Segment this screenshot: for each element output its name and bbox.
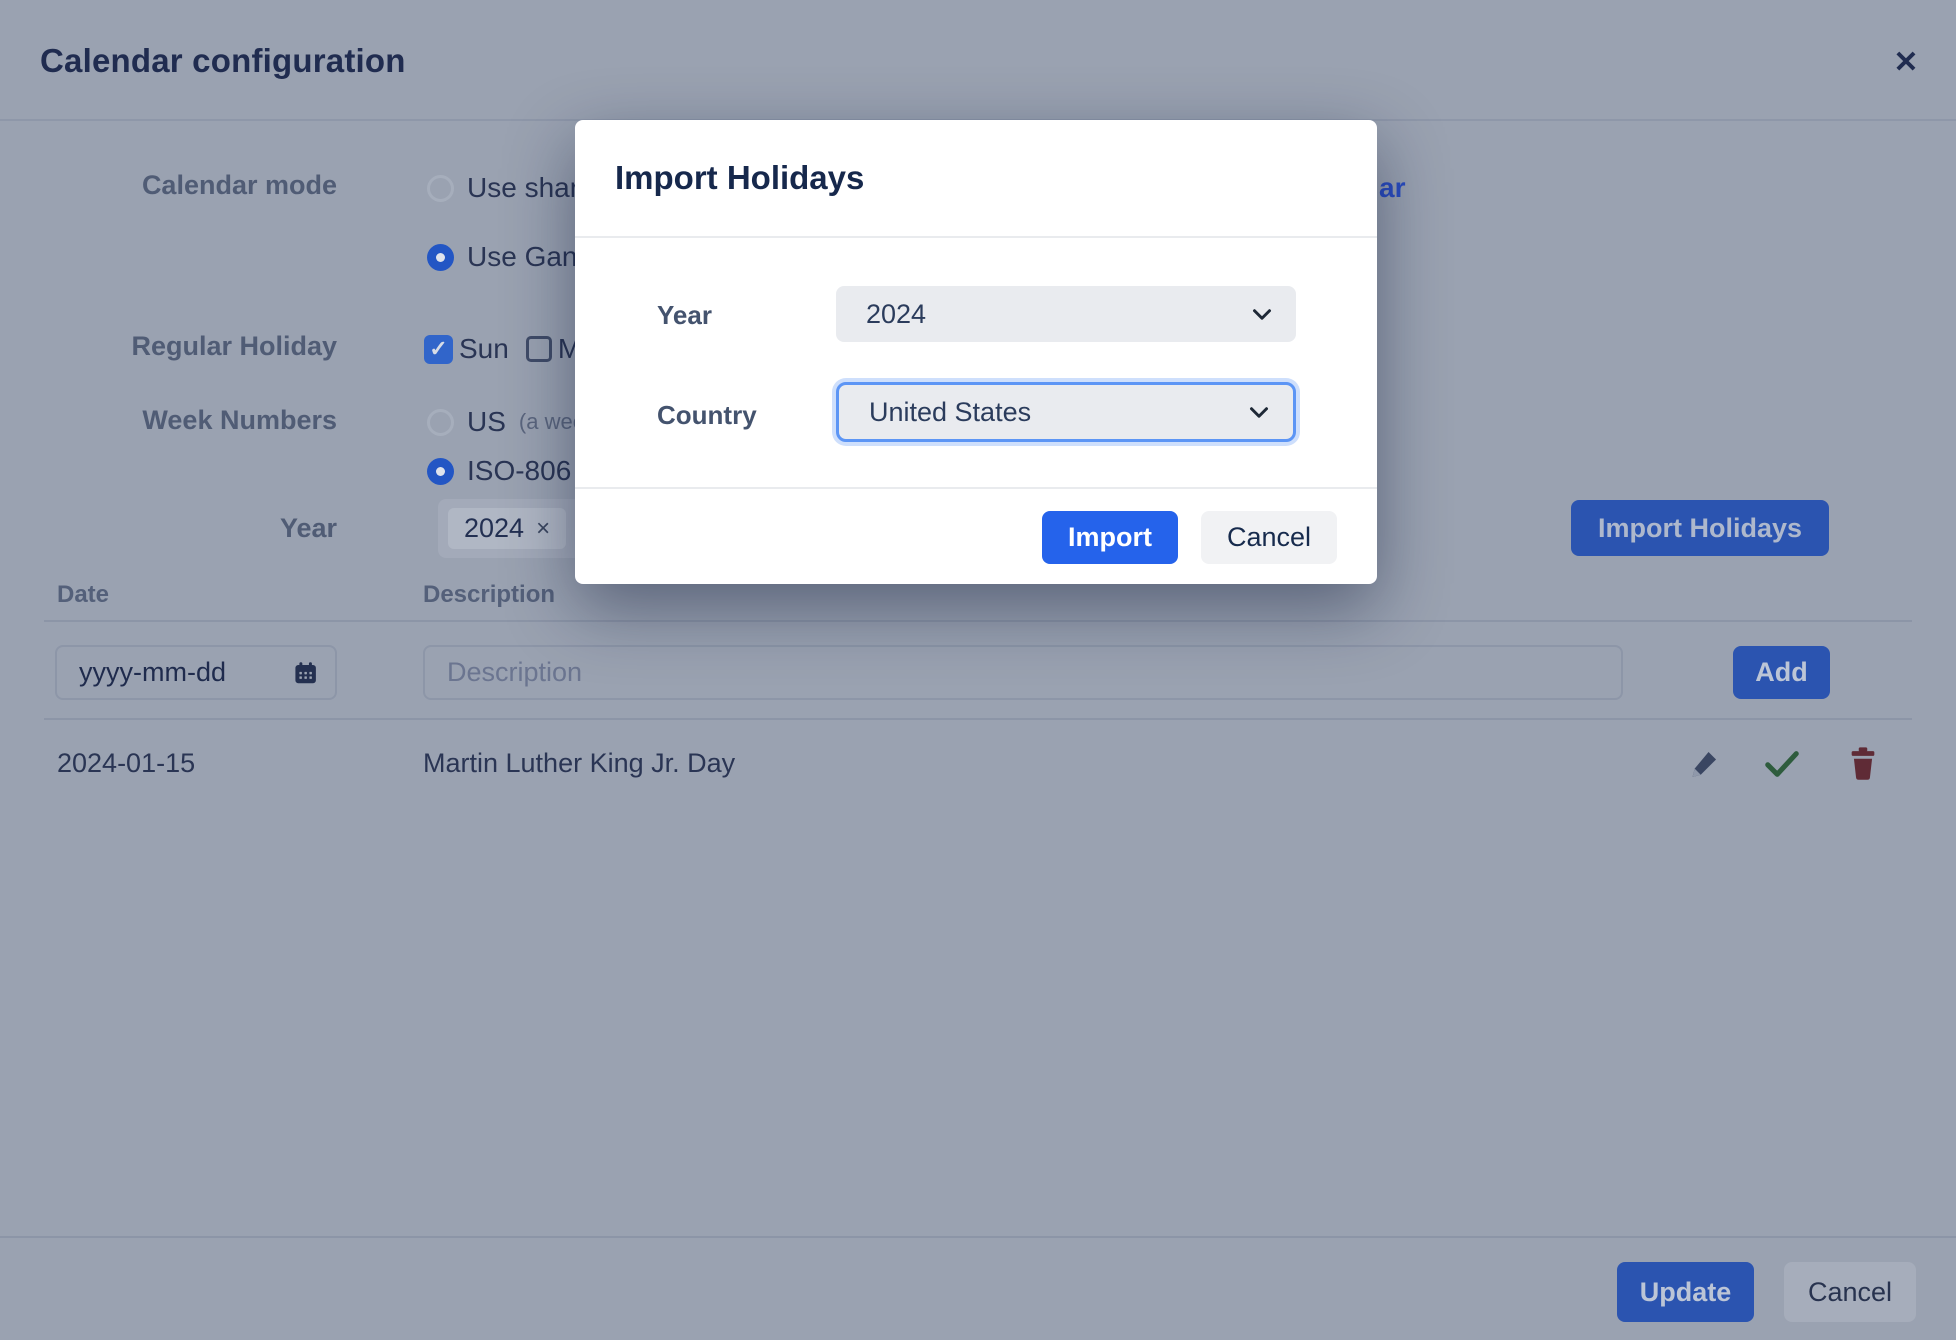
- edit-pencil-icon[interactable]: [1688, 746, 1722, 780]
- modal-header: Import Holidays: [575, 120, 1377, 238]
- radio-use-gantt-label[interactable]: Use Gan: [467, 241, 578, 273]
- checkbox-sun-label[interactable]: Sun: [459, 333, 509, 365]
- modal-country-label: Country: [657, 400, 757, 431]
- footer-divider: [0, 1236, 1956, 1238]
- holiday-row-description: Martin Luther King Jr. Day: [423, 748, 735, 779]
- checkbox-sun[interactable]: ✓: [424, 335, 453, 364]
- modal-import-button[interactable]: Import: [1042, 511, 1178, 564]
- radio-use-shared[interactable]: [427, 175, 454, 202]
- holiday-row-date: 2024-01-15: [57, 748, 195, 779]
- radio-use-shared-label[interactable]: Use shar: [467, 172, 579, 204]
- update-button[interactable]: Update: [1617, 1262, 1754, 1322]
- modal-cancel-button[interactable]: Cancel: [1201, 511, 1337, 564]
- modal-country-select[interactable]: United States: [836, 382, 1296, 442]
- table-divider: [44, 620, 1912, 622]
- radio-iso-weeks-label[interactable]: ISO-806: [467, 455, 571, 487]
- import-holidays-button[interactable]: Import Holidays: [1571, 500, 1829, 556]
- column-header-description: Description: [423, 581, 555, 609]
- modal-title: Import Holidays: [615, 159, 864, 197]
- year-label: Year: [57, 513, 337, 544]
- radio-us-weeks-label[interactable]: US: [467, 406, 506, 438]
- year-tag-value: 2024: [464, 513, 524, 544]
- page-title: Calendar configuration: [40, 42, 406, 80]
- column-header-date: Date: [57, 581, 109, 609]
- radio-us-weeks[interactable]: [427, 409, 454, 436]
- delete-trash-icon[interactable]: [1847, 746, 1879, 780]
- date-input-field[interactable]: [55, 645, 337, 700]
- add-button[interactable]: Add: [1733, 646, 1830, 699]
- date-input[interactable]: [79, 657, 284, 688]
- description-input-field[interactable]: [423, 645, 1623, 700]
- year-tag-remove-icon[interactable]: ×: [536, 515, 550, 543]
- calendar-configuration-dialog: Calendar configuration ✕ Calendar mode U…: [0, 0, 1956, 1340]
- chevron-down-icon: [1249, 406, 1269, 419]
- modal-footer-divider: [575, 487, 1377, 489]
- close-icon[interactable]: ✕: [1884, 40, 1928, 84]
- description-input[interactable]: [447, 657, 1599, 688]
- modal-year-value: 2024: [866, 299, 926, 330]
- chevron-down-icon: [1252, 308, 1272, 321]
- modal-country-value: United States: [869, 397, 1031, 428]
- regular-holiday-label: Regular Holiday: [57, 331, 337, 362]
- confirm-check-icon[interactable]: [1763, 748, 1801, 780]
- radio-use-gantt[interactable]: [427, 244, 454, 271]
- row-divider: [44, 718, 1912, 720]
- modal-year-label: Year: [657, 300, 712, 331]
- calendar-link-fragment[interactable]: ar: [1379, 172, 1405, 204]
- import-holidays-modal: Import Holidays Year 2024 Country United…: [575, 120, 1377, 584]
- radio-iso-weeks[interactable]: [427, 458, 454, 485]
- checkbox-mon[interactable]: [526, 336, 552, 362]
- calendar-icon[interactable]: [292, 657, 319, 689]
- calendar-mode-label: Calendar mode: [57, 170, 337, 201]
- cancel-button[interactable]: Cancel: [1784, 1262, 1916, 1322]
- modal-year-select[interactable]: 2024: [836, 286, 1296, 342]
- week-numbers-label: Week Numbers: [57, 405, 337, 436]
- year-tag: 2024 ×: [448, 508, 566, 549]
